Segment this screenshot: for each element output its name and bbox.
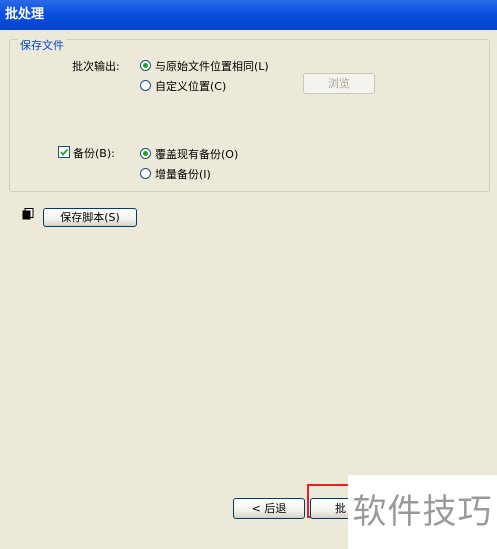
radio-incremental-backup[interactable] <box>140 168 151 179</box>
back-button[interactable]: < 后退 <box>233 498 305 519</box>
window-title: 批处理 <box>5 7 45 22</box>
copy-icon <box>22 208 34 223</box>
radio-overwrite-backup[interactable] <box>140 148 151 159</box>
radio-custom-location[interactable] <box>140 80 151 91</box>
radio-custom-location-label[interactable]: 自定义位置(C) <box>155 78 226 94</box>
batch-output-label: 批次输出: <box>72 60 120 73</box>
backup-label[interactable]: 备份(B): <box>73 145 115 161</box>
radio-incremental-backup-label[interactable]: 增量备份(I) <box>155 166 211 182</box>
radio-same-location[interactable] <box>140 60 151 71</box>
window-title-bar: 批处理 <box>0 0 497 30</box>
checkmark-icon <box>60 148 69 156</box>
browse-button[interactable]: 浏览 <box>303 73 375 94</box>
save-file-group: 保存文件 批次输出: 与原始文件位置相同(L) 自定义位置(C) 浏览 备份(B… <box>9 37 490 192</box>
backup-checkbox[interactable] <box>58 146 70 158</box>
group-legend: 保存文件 <box>18 37 66 53</box>
dialog-body: 保存文件 批次输出: 与原始文件位置相同(L) 自定义位置(C) 浏览 备份(B… <box>0 30 497 549</box>
batch-button-highlight: 批 <box>307 484 358 519</box>
watermark: 软件技巧 <box>348 475 497 549</box>
radio-overwrite-backup-label[interactable]: 覆盖现有备份(O) <box>155 146 238 162</box>
radio-same-location-label[interactable]: 与原始文件位置相同(L) <box>155 58 269 74</box>
save-script-button[interactable]: 保存脚本(S) <box>43 208 137 227</box>
